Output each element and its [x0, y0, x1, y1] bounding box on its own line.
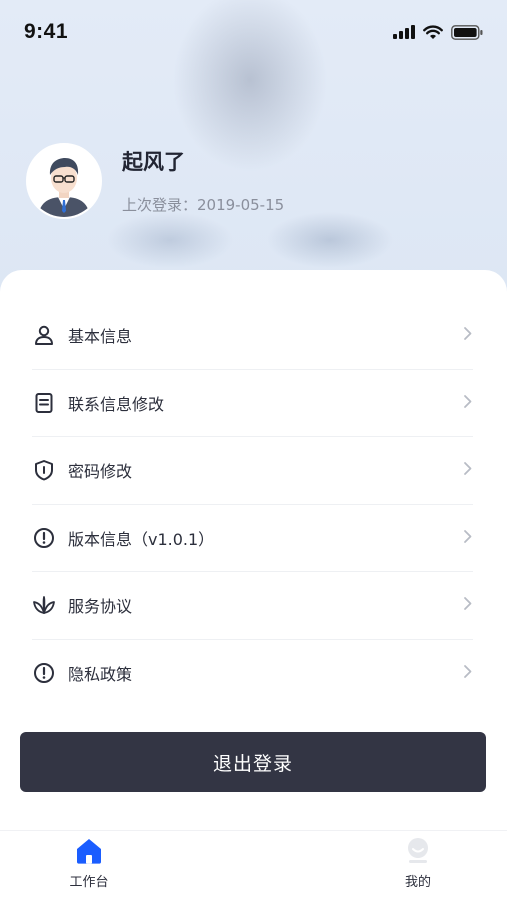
profile-text: 起风了 上次登录：2019-05-15: [122, 148, 284, 215]
menu-item-label: 版本信息（v1.0.1）: [68, 529, 215, 549]
tab-mine[interactable]: 我的: [378, 837, 458, 890]
avatar[interactable]: [26, 143, 102, 219]
tab-label: 我的: [404, 875, 431, 890]
battery-icon: [451, 24, 483, 40]
document-icon: [32, 391, 56, 415]
status-bar: 9:41: [0, 0, 507, 64]
info-icon: [32, 526, 56, 550]
menu-item-contact-edit[interactable]: 联系信息修改: [32, 370, 473, 437]
menu-item-label: 隐私政策: [68, 665, 133, 685]
menu-item-service-agreement[interactable]: 服务协议: [32, 572, 473, 640]
user-name: 起风了: [122, 149, 185, 174]
menu-item-version-info[interactable]: 版本信息（v1.0.1）: [32, 505, 473, 572]
menu-item-basic-info[interactable]: 基本信息: [32, 302, 473, 370]
wifi-icon: [423, 24, 443, 39]
menu-item-label: 密码修改: [68, 462, 133, 482]
menu-item-label: 服务协议: [68, 597, 133, 617]
menu-item-label: 基本信息: [68, 327, 133, 347]
shield-icon: [32, 458, 56, 482]
home-icon: [77, 839, 101, 864]
chevron-right-icon: [463, 393, 473, 412]
menu-item-password-edit[interactable]: 密码修改: [32, 437, 473, 505]
profile-section: 起风了 上次登录：2019-05-15: [26, 143, 284, 219]
chevron-right-icon: [463, 528, 473, 547]
user-icon: [32, 323, 56, 347]
menu-item-label: 联系信息修改: [68, 394, 165, 414]
last-login: 上次登录：2019-05-15: [122, 195, 285, 214]
chevron-right-icon: [463, 596, 473, 615]
tab-workbench[interactable]: 工作台: [49, 837, 129, 890]
chevron-right-icon: [463, 326, 473, 345]
profile-icon: [408, 838, 428, 863]
chevron-right-icon: [463, 664, 473, 683]
settings-menu: 基本信息 联系信息修改 密码修改 版本信息（v1.0.1） 服务协议 隐私政策: [32, 302, 473, 707]
tab-bar: 工作台 我的: [0, 830, 507, 900]
chevron-right-icon: [463, 461, 473, 480]
leaf-icon: [32, 593, 56, 617]
tab-label: 工作台: [69, 875, 109, 890]
status-time: 9:41: [24, 20, 69, 43]
signal-icon: [393, 25, 415, 39]
avatar-icon: [28, 145, 100, 217]
privacy-icon: [32, 661, 56, 685]
logout-button[interactable]: 退出登录: [20, 732, 486, 792]
status-icons: [393, 24, 483, 40]
menu-item-privacy-policy[interactable]: 隐私政策: [32, 640, 473, 708]
